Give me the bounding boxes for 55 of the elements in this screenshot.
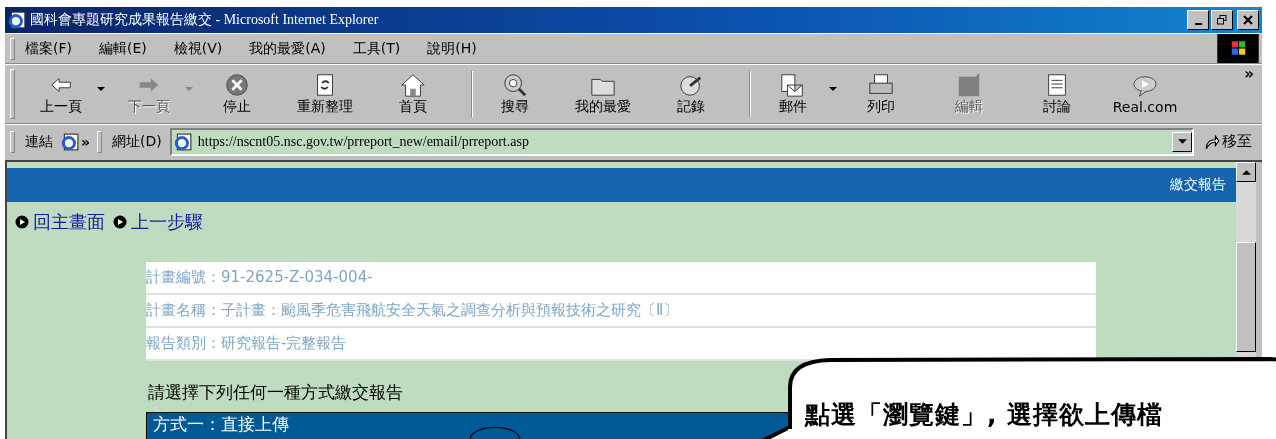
links-label[interactable]: 連結 [25, 132, 53, 151]
info-text: 計畫編號：91-2625-Z-034-004- [146, 268, 373, 287]
page-icon [61, 132, 79, 151]
windows-logo [1214, 34, 1262, 63]
address-label: 網址(D) [112, 132, 162, 151]
more-button[interactable]: » [1244, 65, 1254, 83]
menu-item[interactable]: 編輯(E) [99, 39, 147, 58]
menu-item[interactable]: 說明(H) [427, 39, 477, 58]
caret-icon [1177, 139, 1187, 144]
menu-item[interactable]: 工具(T) [352, 39, 401, 58]
caret-icon[interactable] [97, 87, 105, 91]
window-title: 國科會專題研究成果報告繳交 - Microsoft Internet Explorer [30, 11, 380, 29]
toolbar-button[interactable]: 搜尋 [479, 67, 551, 121]
info-text: 計畫名稱：子計畫：颱風季危害飛航安全天氣之調查分析與預報技術之研究〔Ⅱ〕 [146, 301, 679, 320]
scrollbar-thumb[interactable] [1236, 242, 1256, 352]
toolbar-button[interactable]: 我的最愛 [567, 67, 639, 121]
toolbar-button[interactable]: Real.com [1109, 67, 1181, 121]
scroll-up-button[interactable] [1236, 162, 1256, 182]
toolbar-button[interactable]: 上一頁 [25, 67, 97, 121]
minimize-button[interactable] [1187, 10, 1209, 30]
bullet-icon [113, 215, 127, 229]
bullet-icon [15, 215, 29, 229]
toolbar-button[interactable]: 停止 [201, 67, 273, 121]
nav-link[interactable]: 回主畫面 [33, 210, 105, 234]
section-title: 方式一：直接上傳 [152, 414, 289, 434]
toolbar-button[interactable]: 郵件 [757, 67, 829, 121]
page-icon [173, 132, 192, 151]
toolbar-button[interactable]: 列印 [845, 67, 917, 121]
close-button[interactable] [1237, 10, 1259, 30]
up-arrow-icon [1241, 169, 1251, 175]
caret-icon[interactable] [829, 87, 837, 91]
go-button[interactable]: 移至 [1194, 132, 1262, 151]
toolbar-button[interactable]: 首頁 [377, 67, 449, 121]
restore-button[interactable] [1211, 10, 1233, 30]
go-arrow-icon [1204, 133, 1220, 150]
speech-bubble-icon [1130, 73, 1160, 99]
toolbar-button[interactable]: 重新整理 [289, 67, 361, 121]
menu-item[interactable]: 我的最愛(A) [249, 39, 326, 58]
dropdown-button[interactable] [1172, 131, 1192, 152]
close-icon [1243, 15, 1253, 25]
address-field[interactable]: https://nscnt05.nsc.gov.tw/prreport_new/email/prreport.asp [169, 127, 1194, 156]
browser-icon [8, 11, 26, 29]
callout-text: 點選「瀏覽鍵」, 選擇欲上傳檔 [805, 399, 1164, 431]
toolbar-button[interactable]: 記錄 [655, 67, 727, 121]
minimize-icon [1194, 22, 1202, 25]
menu-item[interactable]: 檢視(V) [173, 39, 223, 58]
menu-item[interactable]: 檔案(F) [25, 39, 72, 58]
page-title: 繳交報告 [1170, 176, 1226, 194]
nav-link[interactable]: 上一步驟 [131, 210, 203, 234]
links-more-button[interactable]: » [81, 133, 91, 150]
toolbar-button[interactable]: 討論 [1021, 67, 1093, 121]
home-icon [398, 72, 428, 98]
instruction-text: 請選擇下列任何一種方式繳交報告 [148, 381, 404, 404]
restore-icon [1217, 15, 1227, 25]
info-text: 報告類別：研究報告-完整報告 [146, 334, 347, 353]
